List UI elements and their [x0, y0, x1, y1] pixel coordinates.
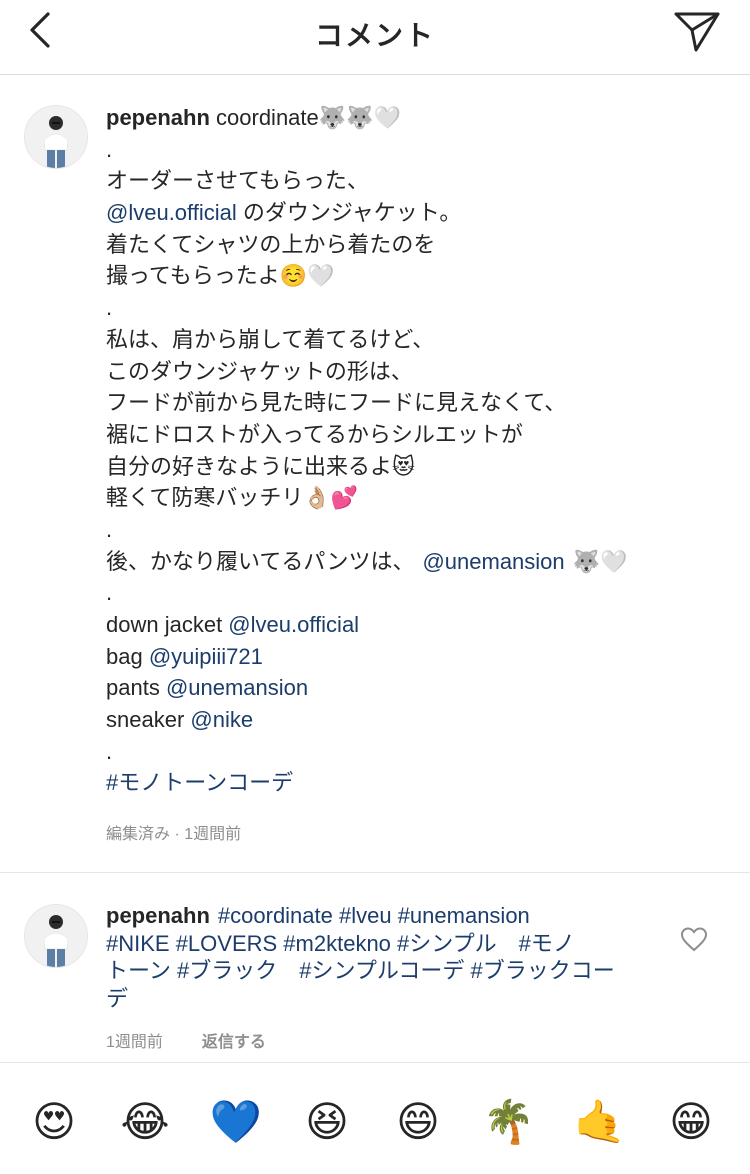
emoji-button[interactable]: 😆	[297, 1092, 357, 1152]
reply-button[interactable]: 返信する	[202, 1034, 266, 1051]
avatar[interactable]	[24, 904, 88, 968]
caption-line: 後、かなり履いてるパンツは、 @unemansion 🐺🤍	[106, 546, 726, 578]
caption-meta: 編集済み · 1週間前	[106, 826, 242, 843]
caption-line: 着たくてシャツの上から着たのを	[106, 231, 436, 257]
caption-line: 裾にドロストが入ってるからシルエットが	[106, 421, 523, 447]
caption-emoji: 🐺🐺🤍	[318, 105, 401, 130]
caption-text: 自分の好きなように出来るよ	[106, 453, 393, 479]
emoji-bar: 😍 😂 💙 😆 😄 🌴 🤙 😁	[0, 1072, 750, 1174]
mention-link[interactable]: @unemansion	[422, 549, 564, 574]
caption-emoji: 🐺🤍	[572, 548, 628, 574]
caption-line: このダウンジャケットの形は、	[106, 358, 413, 384]
caption-emoji: ☺️🤍	[279, 263, 335, 289]
caption-text: sneaker	[106, 707, 191, 733]
caption-text: pants	[106, 675, 166, 701]
like-heart-icon[interactable]	[680, 926, 708, 952]
caption-line: 私は、肩から崩して着てるけど、	[106, 326, 435, 352]
caption-line: @lveu.official のダウンジャケット。	[106, 197, 726, 229]
divider	[0, 872, 750, 873]
mention-link[interactable]: @unemansion	[166, 675, 308, 700]
comment-line: pepenahn #coordinate #lveu #unemansion	[106, 902, 666, 930]
caption-emoji: 😻	[392, 453, 415, 479]
caption-line: sneaker @nike	[106, 704, 726, 736]
comment-username[interactable]: pepenahn	[106, 903, 210, 928]
reply-comment: pepenahn #coordinate #lveu #unemansion #N…	[106, 902, 666, 1012]
emoji-button[interactable]: 😍	[24, 1092, 84, 1152]
caption-dot: .	[106, 295, 113, 321]
caption-text: のダウンジャケット。	[236, 200, 462, 226]
avatar-photo	[25, 905, 87, 967]
caption-username[interactable]: pepenahn	[106, 105, 210, 130]
caption-text: down jacket	[106, 612, 229, 637]
caption-line: pepenahn coordinate🐺🐺🤍	[106, 102, 726, 134]
caption-text: bag	[106, 643, 149, 669]
caption-dot: .	[106, 516, 113, 542]
emoji-button[interactable]: 🌴	[479, 1092, 539, 1152]
page-title: コメント	[314, 20, 435, 51]
avatar[interactable]	[24, 105, 88, 169]
comment-line: #NIKE #LOVERS #m2ktekno #シンプル #モノ	[106, 930, 666, 958]
avatar-photo	[25, 106, 87, 168]
caption-line: down jacket @lveu.official	[106, 609, 726, 641]
caption-text: 撮ってもらったよ	[106, 263, 280, 289]
hashtag-link[interactable]: #coordinate #lveu #unemansion	[218, 903, 530, 928]
mention-link[interactable]: @lveu.official	[228, 612, 359, 637]
hashtag-link[interactable]: #NIKE #LOVERS #m2ktekno #シンプル #モノ	[106, 931, 575, 956]
send-icon[interactable]	[672, 6, 724, 56]
emoji-button[interactable]: 😂	[115, 1092, 175, 1152]
caption-line: bag @yuipiii721	[106, 641, 726, 673]
mention-link[interactable]: @nike	[190, 707, 253, 732]
caption-comment: pepenahn coordinate🐺🐺🤍 . オーダーさせてもらった、 @l…	[106, 102, 726, 799]
emoji-button[interactable]: 🤙	[570, 1092, 630, 1152]
caption-line: 自分の好きなように出来るよ😻	[106, 451, 726, 483]
caption-line: #モノトーンコーデ	[106, 767, 726, 799]
mention-link[interactable]: @lveu.official	[106, 200, 237, 225]
caption-text: 軽くて防寒バッチリ	[106, 485, 304, 511]
caption-line: フードが前から見た時にフードに見えなくて、	[106, 390, 567, 416]
caption-text: 後、かなり履いてるパンツは、	[106, 548, 415, 574]
caption-line: pants @unemansion	[106, 672, 726, 704]
caption-dot: .	[106, 738, 113, 764]
caption-dot: .	[106, 580, 113, 606]
mention-link[interactable]: @yuipiii721	[149, 644, 263, 669]
caption-emoji: 👌🏼💕	[303, 485, 359, 511]
emoji-button[interactable]: 💙	[206, 1092, 266, 1152]
caption-dot: .	[106, 136, 113, 162]
emoji-button[interactable]: 😄	[388, 1092, 448, 1152]
divider	[0, 1062, 750, 1063]
caption-line: 軽くて防寒バッチリ👌🏼💕	[106, 482, 726, 514]
comment-time: 1週間前	[106, 1034, 163, 1051]
hashtag-link[interactable]: トーン #ブラック #シンプルコーデ #ブラックコー	[106, 958, 615, 983]
caption-text: coordinate	[209, 105, 319, 130]
hashtag-link[interactable]: #モノトーンコーデ	[106, 770, 293, 795]
comment-line: デ	[106, 985, 666, 1013]
caption-line: 撮ってもらったよ☺️🤍	[106, 260, 726, 292]
emoji-button[interactable]: 😁	[661, 1092, 721, 1152]
comment-line: トーン #ブラック #シンプルコーデ #ブラックコー	[106, 957, 666, 985]
caption-line: オーダーさせてもらった、	[106, 168, 369, 194]
hashtag-link[interactable]: デ	[106, 986, 128, 1011]
header-bar: コメント	[0, 0, 750, 75]
comment-meta: 1週間前 返信する	[106, 1028, 266, 1052]
